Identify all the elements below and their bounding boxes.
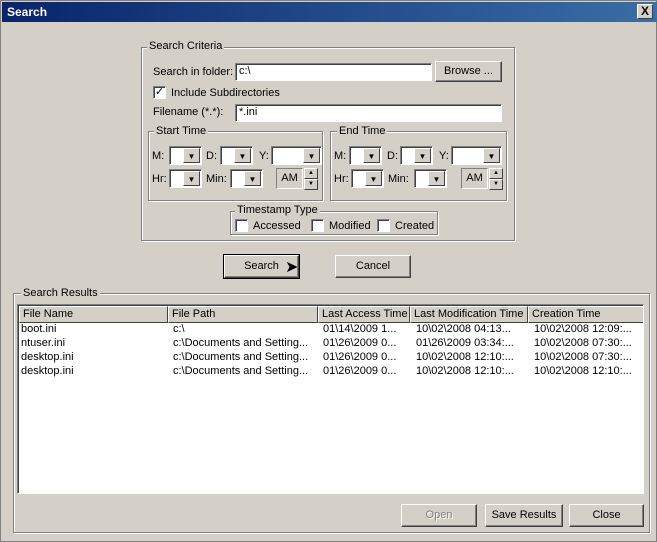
close-button[interactable]: Close — [569, 504, 644, 527]
chevron-down-icon: ▼ — [365, 171, 382, 186]
end-ampm-up-icon[interactable]: ▲ — [489, 168, 503, 179]
modified-checkbox[interactable] — [311, 219, 324, 232]
end-minute-label: Min: — [388, 173, 409, 185]
table-row[interactable]: boot.ini c:\ 01\14\2009 1... 10\02\2008 … — [18, 322, 643, 336]
column-header-last-modification[interactable]: Last Modification Time — [410, 306, 528, 323]
browse-button[interactable]: Browse ... — [435, 61, 502, 82]
start-ampm-down-icon[interactable]: ▼ — [304, 179, 318, 190]
cell-last-access: 01\26\2009 0... — [323, 337, 397, 349]
start-ampm-up-icon[interactable]: ▲ — [304, 168, 318, 179]
start-minute-label: Min: — [206, 173, 227, 185]
include-subdirectories-checkbox[interactable]: ✓ — [153, 86, 166, 99]
cell-file-path: c:\Documents and Setting... — [173, 337, 309, 349]
cell-last-modification: 10\02\2008 04:13... — [416, 323, 511, 335]
search-results-legend: Search Results — [21, 287, 100, 299]
end-day-label: D: — [387, 150, 398, 162]
chevron-down-icon: ▼ — [428, 171, 445, 186]
cancel-button[interactable]: Cancel — [335, 255, 411, 278]
start-month-label: M: — [152, 150, 165, 162]
end-month-select[interactable]: ▼ — [349, 146, 382, 165]
modified-label: Modified — [329, 220, 371, 232]
end-time-legend: End Time — [337, 125, 388, 137]
start-month-select[interactable]: ▼ — [169, 146, 202, 165]
cell-creation: 10\02\2008 07:30:... — [534, 337, 632, 349]
cell-creation: 10\02\2008 07:30:... — [534, 351, 632, 363]
start-year-select[interactable]: ▼ — [271, 146, 322, 165]
filename-label: Filename (*.*): — [153, 106, 224, 118]
cell-last-access: 01\14\2009 1... — [323, 323, 397, 335]
start-ampm-field[interactable]: AM — [276, 168, 303, 189]
created-label: Created — [395, 220, 435, 232]
cell-last-modification: 10\02\2008 12:10:... — [416, 351, 514, 363]
chevron-down-icon: ▼ — [183, 148, 200, 163]
column-header-file-name[interactable]: File Name — [19, 306, 168, 323]
cell-file-name: boot.ini — [21, 323, 57, 335]
created-checkbox[interactable] — [377, 219, 390, 232]
include-subdirectories-label: Include Subdirectories — [171, 87, 280, 99]
cell-creation: 10\02\2008 12:09:... — [534, 323, 632, 335]
end-year-label: Y: — [439, 150, 449, 162]
chevron-down-icon: ▼ — [303, 148, 320, 163]
column-header-creation[interactable]: Creation Time — [528, 306, 643, 323]
cell-last-modification: 01\26\2009 03:34:... — [416, 337, 514, 349]
accessed-label: Accessed — [253, 220, 301, 232]
cell-file-path: c:\Documents and Setting... — [173, 351, 309, 363]
start-time-group — [148, 131, 323, 201]
accessed-checkbox[interactable] — [235, 219, 248, 232]
table-row[interactable]: ntuser.ini c:\Documents and Setting... 0… — [18, 336, 643, 350]
search-dialog: Search X Search Criteria Search in folde… — [0, 0, 657, 542]
filename-input[interactable]: *.ini — [235, 104, 502, 122]
end-year-select[interactable]: ▼ — [451, 146, 502, 165]
results-list[interactable]: File Name File Path Last Access Time Las… — [17, 304, 644, 494]
open-button[interactable]: Open — [401, 504, 477, 527]
end-month-label: M: — [334, 150, 347, 162]
start-hour-label: Hr: — [152, 173, 167, 185]
start-day-label: D: — [206, 150, 217, 162]
chevron-down-icon: ▼ — [483, 148, 500, 163]
search-criteria-legend: Search Criteria — [147, 40, 225, 52]
table-row[interactable]: desktop.ini c:\Documents and Setting... … — [18, 364, 643, 378]
chevron-down-icon: ▼ — [363, 148, 380, 163]
close-icon: X — [640, 4, 649, 18]
timestamp-type-legend: Timestamp Type — [235, 204, 320, 216]
chevron-down-icon: ▼ — [234, 148, 251, 163]
end-time-group — [330, 131, 507, 201]
start-day-select[interactable]: ▼ — [220, 146, 253, 165]
folder-label: Search in folder: — [153, 66, 234, 78]
chevron-down-icon: ▼ — [414, 148, 431, 163]
table-row[interactable]: desktop.ini c:\Documents and Setting... … — [18, 350, 643, 364]
close-window-button[interactable]: X — [637, 4, 653, 19]
cell-last-modification: 10\02\2008 12:10:... — [416, 365, 514, 377]
end-minute-select[interactable]: ▼ — [414, 169, 447, 188]
folder-input[interactable]: c:\ — [235, 63, 432, 81]
cell-last-access: 01\26\2009 0... — [323, 365, 397, 377]
end-ampm-down-icon[interactable]: ▼ — [489, 179, 503, 190]
chevron-down-icon: ▼ — [183, 171, 200, 186]
cell-file-name: ntuser.ini — [21, 337, 66, 349]
chevron-down-icon: ▼ — [244, 171, 261, 186]
column-header-last-access[interactable]: Last Access Time — [318, 306, 410, 323]
start-year-label: Y: — [259, 150, 269, 162]
cell-creation: 10\02\2008 12:10:... — [534, 365, 632, 377]
start-minute-select[interactable]: ▼ — [230, 169, 263, 188]
title-bar[interactable]: Search — [2, 2, 657, 22]
cell-file-name: desktop.ini — [21, 351, 74, 363]
cell-file-name: desktop.ini — [21, 365, 74, 377]
cell-last-access: 01\26\2009 0... — [323, 351, 397, 363]
end-ampm-field[interactable]: AM — [461, 168, 488, 189]
start-time-legend: Start Time — [154, 125, 209, 137]
column-header-file-path[interactable]: File Path — [168, 306, 318, 323]
start-hour-select[interactable]: ▼ — [169, 169, 202, 188]
end-hour-label: Hr: — [334, 173, 349, 185]
end-hour-select[interactable]: ▼ — [351, 169, 384, 188]
cell-file-path: c:\Documents and Setting... — [173, 365, 309, 377]
cell-file-path: c:\ — [173, 323, 185, 335]
mouse-cursor-icon: ➤ — [285, 259, 299, 276]
end-day-select[interactable]: ▼ — [400, 146, 433, 165]
save-results-button[interactable]: Save Results — [485, 504, 563, 527]
window-title: Search — [7, 5, 48, 19]
